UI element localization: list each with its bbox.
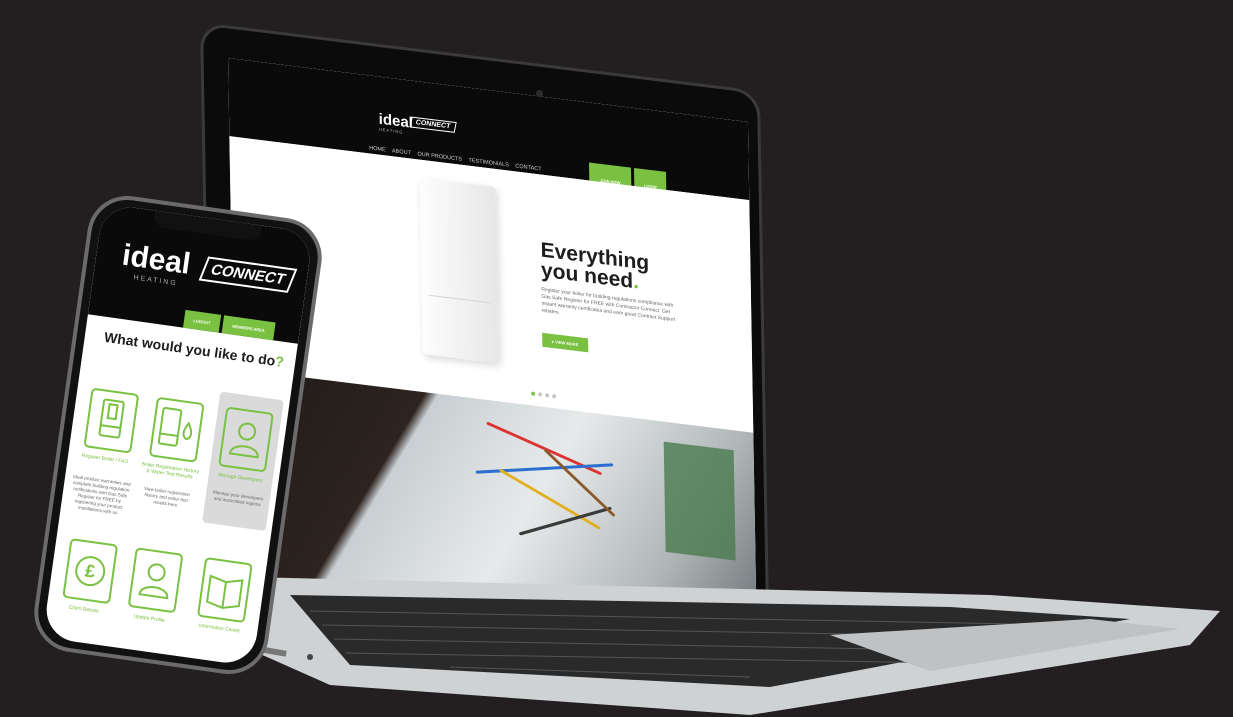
svg-text:£: £	[84, 561, 97, 582]
nav-about[interactable]: ABOUT	[392, 148, 411, 156]
tile-label[interactable]: Boiler Registration History & Water Test…	[140, 461, 199, 481]
tile-desc: Ideal product warranties and complete bu…	[72, 473, 131, 516]
book-icon	[205, 574, 244, 609]
update-profile-tile[interactable]	[127, 547, 184, 614]
boiler-icon	[98, 398, 125, 439]
boiler-history-tile[interactable]	[148, 396, 205, 463]
tile-desc: View boiler registration history and wat…	[143, 485, 191, 508]
carousel-dot[interactable]	[538, 392, 543, 397]
laptop-keyboard-base	[240, 577, 1220, 715]
phone-logo[interactable]: ideal	[120, 239, 192, 282]
logout-button[interactable]: LOGOUT	[182, 309, 222, 333]
pound-icon: £	[75, 556, 106, 587]
laptop-connect-badge: CONNECT	[409, 116, 457, 133]
hero-title-dot: .	[632, 269, 640, 294]
phone-connect-badge: CONNECT	[198, 256, 298, 293]
carousel-dot[interactable]	[545, 393, 550, 398]
manage-developers-tile[interactable]	[218, 406, 274, 473]
information-centre-tile[interactable]	[196, 556, 253, 624]
claim-rebate-tile[interactable]: £	[62, 538, 119, 605]
nav-home[interactable]: HOME	[369, 145, 386, 153]
question-mark: ?	[274, 352, 285, 370]
boiler-control-panel	[428, 294, 492, 344]
carousel-dot[interactable]	[531, 391, 536, 396]
profile-icon	[138, 563, 169, 600]
boiler-water-icon	[157, 406, 193, 447]
laptop-camera	[536, 90, 543, 97]
user-icon	[228, 422, 259, 459]
carousel-dot[interactable]	[552, 393, 557, 399]
register-boiler-tile[interactable]	[83, 387, 140, 454]
